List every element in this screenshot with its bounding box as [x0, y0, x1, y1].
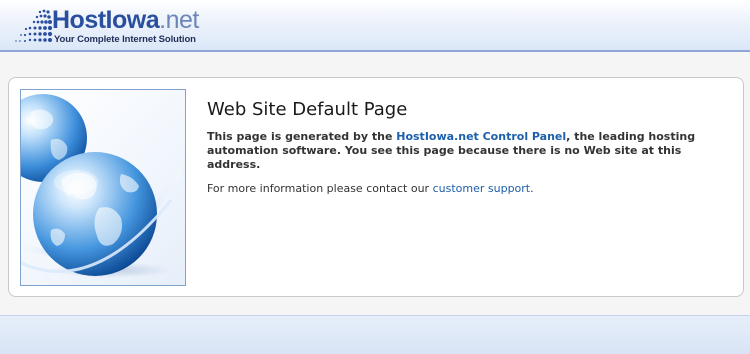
globe-icon [21, 94, 184, 278]
more-info-suffix: . [530, 182, 534, 195]
logo-wordmark: HostIowa.net [52, 7, 199, 33]
site-footer [0, 315, 750, 354]
page-description: This page is generated by the HostIowa.n… [207, 130, 727, 172]
logo-extension: .net [159, 6, 199, 34]
control-panel-link[interactable]: HostIowa.net Control Panel [396, 130, 566, 143]
main-panel: Web Site Default Page This page is gener… [8, 77, 744, 297]
page-title: Web Site Default Page [207, 99, 408, 120]
dot-fan-icon [15, 9, 53, 42]
description-prefix: This page is generated by the [207, 130, 397, 143]
globe-illustration-frame [20, 89, 186, 286]
logo-tagline: Your Complete Internet Solution [54, 34, 196, 45]
customer-support-link[interactable]: customer support [433, 182, 531, 195]
page-content: Web Site Default Page This page is gener… [207, 98, 727, 196]
logo-main: HostIowa [52, 6, 160, 34]
more-info-prefix: For more information please contact our [207, 182, 433, 195]
site-header: HostIowa.net Your Complete Internet Solu… [0, 0, 750, 52]
site-logo[interactable]: HostIowa.net Your Complete Internet Solu… [14, 6, 199, 46]
more-info-text: For more information please contact our … [207, 182, 727, 196]
